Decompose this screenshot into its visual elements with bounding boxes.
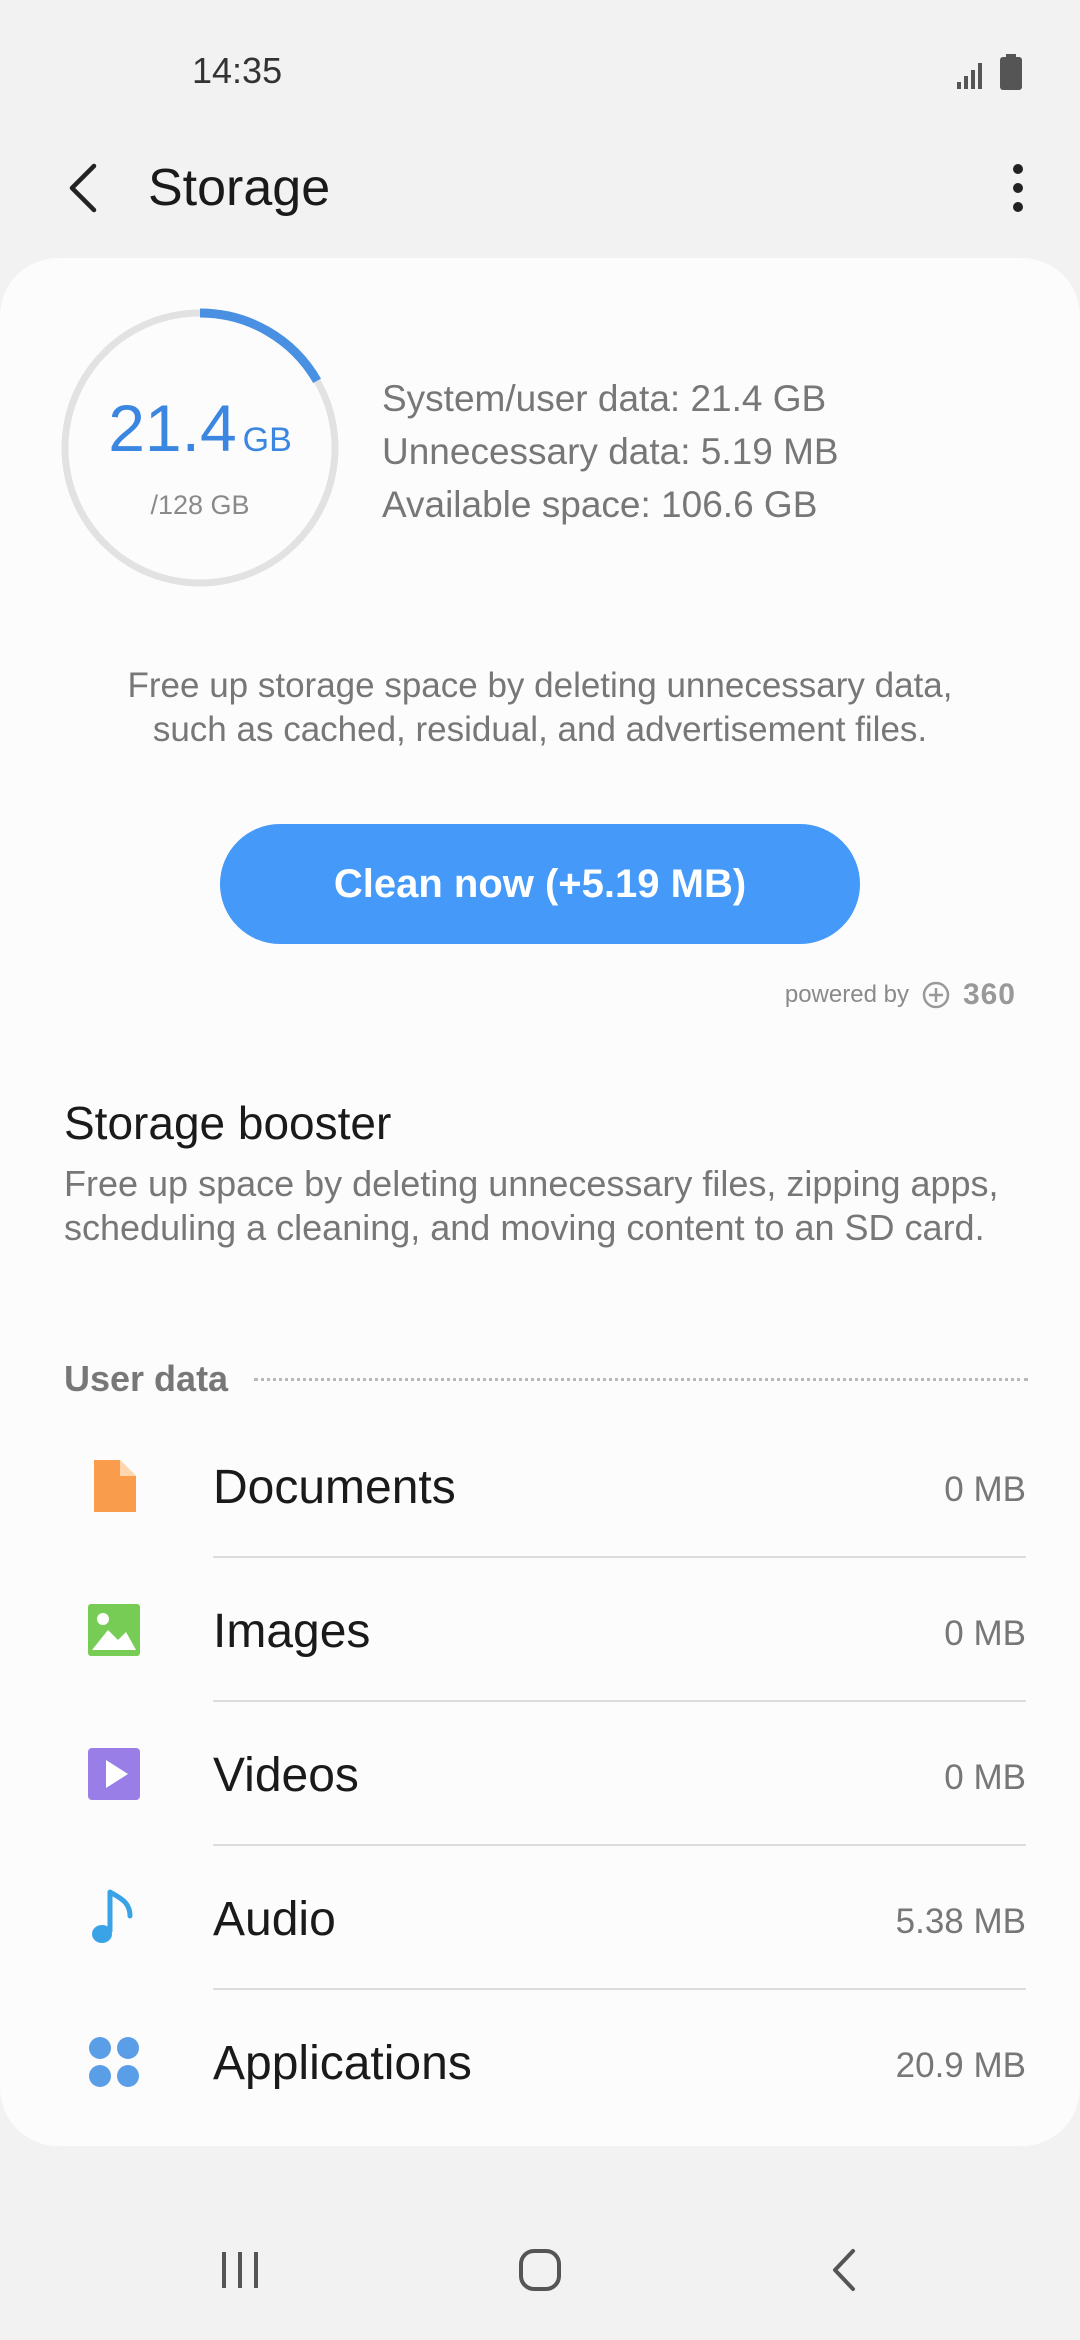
home-button[interactable] bbox=[500, 2230, 580, 2310]
music-note-icon bbox=[92, 1889, 133, 1943]
used-storage-unit: GB bbox=[242, 421, 292, 459]
list-item-videos[interactable]: Videos 0 MB bbox=[0, 1702, 1080, 1846]
user-data-header: User data bbox=[64, 1354, 1028, 1404]
nav-back-icon bbox=[833, 2249, 855, 2291]
list-item-label: Documents bbox=[213, 1461, 456, 1514]
page-title: Storage bbox=[148, 159, 331, 217]
recent-apps-button[interactable] bbox=[200, 2230, 280, 2310]
back-arrow-icon bbox=[69, 163, 97, 213]
list-item-value: 20.9 MB bbox=[895, 2046, 1026, 2085]
used-storage-value: 21.4 GB bbox=[60, 390, 340, 466]
storage-card: 21.4 GB /128 GB System/user data: 21.4 GB… bbox=[0, 258, 1080, 2146]
list-item-value: 0 MB bbox=[944, 1470, 1026, 1509]
status-time: 14:35 bbox=[192, 50, 283, 91]
storage-stats: System/user data: 21.4 GB Unnecessary da… bbox=[382, 372, 839, 531]
list-item-label: Applications bbox=[213, 2037, 472, 2090]
clean-now-button[interactable]: Clean now (+5.19 MB) bbox=[220, 824, 860, 944]
app-bar: Storage bbox=[0, 140, 1080, 260]
clean-description-line-1: Free up storage space by deleting unnece… bbox=[127, 666, 953, 705]
navigation-bar bbox=[0, 2200, 1080, 2340]
status-icons bbox=[956, 54, 1022, 90]
back-button[interactable] bbox=[52, 156, 116, 220]
list-item-label: Audio bbox=[213, 1893, 336, 1946]
list-item-audio[interactable]: Audio 5.38 MB bbox=[0, 1846, 1080, 1990]
image-icon bbox=[88, 1604, 140, 1656]
brand-360-logo-icon bbox=[922, 981, 950, 1009]
total-storage: /128 GB bbox=[150, 490, 250, 520]
stat-unnecessary-data: Unnecessary data: 5.19 MB bbox=[382, 431, 839, 472]
used-storage-number: 21.4 bbox=[108, 391, 237, 465]
more-vertical-icon bbox=[1013, 164, 1023, 212]
nav-back-button[interactable] bbox=[804, 2230, 884, 2310]
powered-by: powered by 360 bbox=[785, 978, 1016, 1012]
list-item-label: Videos bbox=[213, 1749, 359, 1802]
list-item-value: 0 MB bbox=[944, 1758, 1026, 1797]
user-data-label: User data bbox=[64, 1358, 229, 1399]
clean-description: Free up storage space by deleting unnece… bbox=[60, 664, 1020, 752]
status-bar: 14:35 bbox=[0, 0, 1080, 140]
user-data-list: Documents 0 MB Images 0 MB Videos 0 MB A… bbox=[0, 1414, 1080, 2134]
list-item-label: Images bbox=[213, 1605, 371, 1658]
list-item-value: 5.38 MB bbox=[895, 1902, 1026, 1941]
video-icon bbox=[88, 1748, 140, 1800]
clean-description-line-2: such as cached, residual, and advertisem… bbox=[152, 710, 928, 749]
storage-ring: 21.4 GB /128 GB bbox=[60, 308, 340, 588]
apps-icon bbox=[89, 2037, 139, 2087]
more-options-button[interactable] bbox=[986, 156, 1050, 220]
list-item-images[interactable]: Images 0 MB bbox=[0, 1558, 1080, 1702]
stat-system-user-data: System/user data: 21.4 GB bbox=[382, 378, 827, 419]
signal-icon bbox=[957, 63, 982, 89]
list-item-value: 0 MB bbox=[944, 1614, 1026, 1653]
recent-apps-icon bbox=[222, 2252, 258, 2288]
section-divider bbox=[254, 1377, 1028, 1381]
battery-icon bbox=[1000, 54, 1022, 90]
brand-360-text: 360 bbox=[962, 978, 1016, 1011]
list-item-documents[interactable]: Documents 0 MB bbox=[0, 1414, 1080, 1558]
powered-by-label: powered by bbox=[784, 981, 909, 1008]
storage-booster-description: Free up space by deleting unnecessary fi… bbox=[64, 1163, 999, 1248]
stat-available-space: Available space: 106.6 GB bbox=[382, 484, 818, 525]
list-item-applications[interactable]: Applications 20.9 MB bbox=[0, 1990, 1080, 2134]
document-icon bbox=[94, 1460, 136, 1512]
home-icon bbox=[519, 2249, 561, 2291]
storage-booster-title[interactable]: Storage booster bbox=[64, 1096, 391, 1150]
